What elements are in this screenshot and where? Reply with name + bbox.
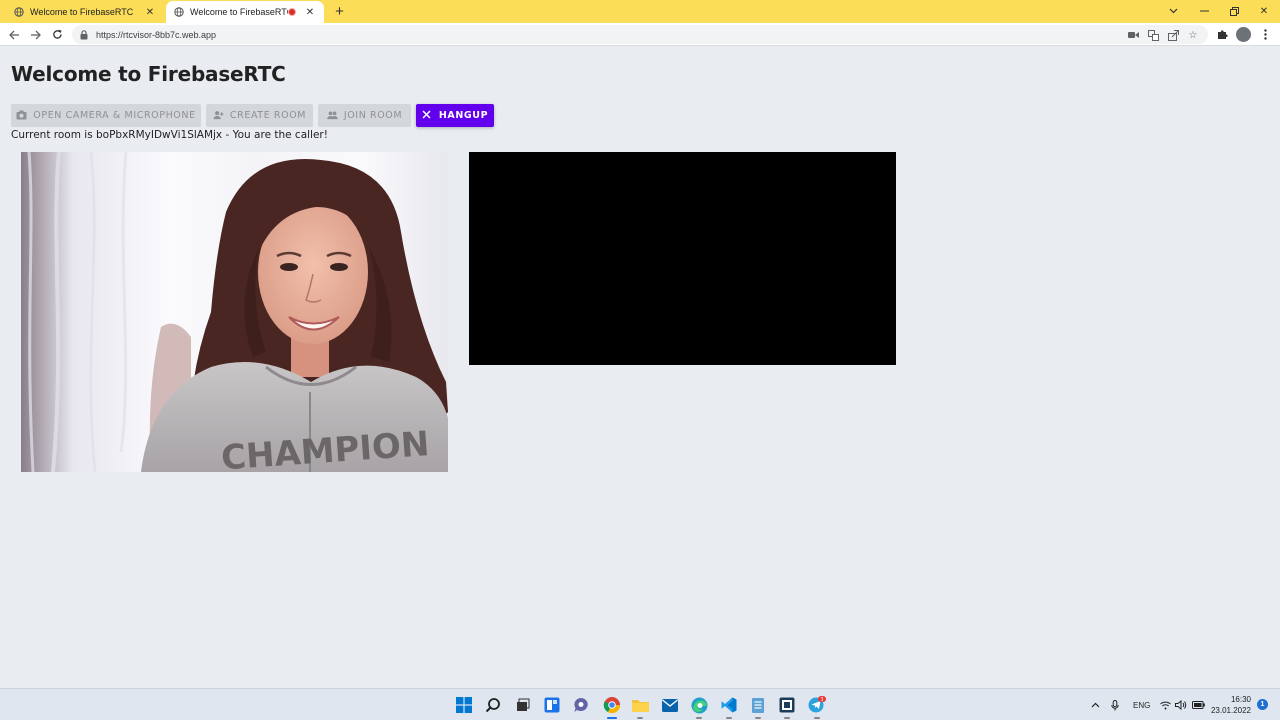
back-icon[interactable] — [6, 26, 23, 43]
bookmark-star-icon[interactable]: ☆ — [1186, 28, 1200, 42]
new-tab-button[interactable]: + — [331, 3, 348, 20]
restore-button[interactable] — [1220, 2, 1248, 20]
camera-icon — [16, 110, 27, 121]
language-indicator[interactable]: ENG — [1133, 689, 1150, 720]
close-tab-icon[interactable]: ✕ — [304, 6, 316, 18]
recording-indicator-icon — [288, 8, 296, 16]
telegram-icon[interactable]: 3 — [808, 696, 826, 719]
browser-tab-strip: Welcome to FirebaseRTC ✕ Welcome to Fire… — [0, 0, 1280, 23]
chat-icon[interactable] — [572, 696, 590, 714]
translate-icon[interactable] — [1146, 28, 1160, 42]
wifi-icon[interactable] — [1160, 689, 1171, 720]
notification-badge[interactable]: 1 — [1257, 699, 1268, 710]
forward-icon[interactable] — [27, 26, 44, 43]
join-room-button[interactable]: JOIN ROOM — [318, 104, 411, 127]
file-explorer-icon[interactable] — [631, 696, 649, 719]
taskbar-clock[interactable]: 16:30 23.01.2022 — [1211, 694, 1251, 716]
notepad-icon[interactable] — [749, 696, 767, 719]
remote-video — [469, 152, 896, 365]
taskbar: 3 ENG 16:30 23.01.2022 1 — [0, 688, 1280, 720]
browser-tab-active[interactable]: Welcome to FirebaseRTC ✕ — [166, 1, 324, 23]
profile-avatar[interactable] — [1235, 26, 1252, 43]
start-windows-icon[interactable] — [455, 696, 473, 714]
create-room-label: CREATE ROOM — [229, 110, 307, 121]
url-text[interactable]: https://rtcvisor-8bb7c.web.app — [96, 30, 216, 40]
open-camera-button[interactable]: OPEN CAMERA & MICROPHONE — [11, 104, 201, 127]
tray-chevron-up-icon[interactable] — [1091, 689, 1100, 720]
browser-menu-icon[interactable] — [1257, 26, 1274, 43]
hangup-button[interactable]: HANGUP — [416, 104, 494, 127]
mail-icon[interactable] — [661, 696, 679, 714]
close-tab-icon[interactable]: ✕ — [144, 6, 156, 18]
clock-date: 23.01.2022 — [1210, 706, 1251, 715]
create-room-button[interactable]: CREATE ROOM — [206, 104, 313, 127]
reload-icon[interactable] — [49, 26, 66, 43]
minimize-button[interactable] — [1190, 2, 1218, 20]
lock-icon[interactable] — [80, 29, 90, 40]
app-window-icon[interactable] — [778, 696, 796, 719]
globe-icon — [14, 7, 24, 17]
battery-icon[interactable] — [1192, 689, 1205, 720]
vscode-icon[interactable] — [720, 696, 738, 719]
browser-toolbar: https://rtcvisor-8bb7c.web.app ☆ — [0, 23, 1280, 46]
globe-icon — [174, 7, 184, 17]
task-view-icon[interactable] — [513, 696, 531, 714]
address-bar[interactable]: https://rtcvisor-8bb7c.web.app ☆ — [72, 25, 1208, 44]
tab-title: Welcome to FirebaseRTC — [30, 7, 134, 17]
tab-search-icon[interactable] — [1159, 2, 1187, 20]
hangup-label: HANGUP — [438, 110, 489, 121]
browser-tab[interactable]: Welcome to FirebaseRTC ✕ — [6, 1, 164, 23]
join-room-label: JOIN ROOM — [343, 110, 403, 121]
close-icon — [422, 110, 433, 121]
share-icon[interactable] — [1166, 28, 1180, 42]
local-video: CHAMPION — [21, 152, 448, 472]
telegram-badge: 3 — [820, 697, 823, 703]
clock-time: 16:30 — [1230, 695, 1251, 704]
close-window-button[interactable]: ✕ — [1250, 2, 1278, 20]
group-icon — [326, 110, 338, 121]
tab-title: Welcome to FirebaseRTC — [190, 7, 288, 17]
extensions-puzzle-icon[interactable] — [1214, 26, 1231, 43]
open-camera-label: OPEN CAMERA & MICROPHONE — [33, 110, 196, 121]
search-icon[interactable] — [484, 696, 502, 714]
widgets-icon[interactable] — [543, 696, 561, 714]
page-title: Welcome to FirebaseRTC — [11, 62, 286, 86]
current-room-status: Current room is boPbxRMyIDwVi1SlAMjx - Y… — [11, 129, 328, 141]
edge-icon[interactable] — [690, 696, 708, 719]
chrome-icon[interactable] — [603, 696, 621, 719]
camera-in-use-icon[interactable] — [1126, 28, 1140, 42]
volume-icon[interactable] — [1175, 689, 1187, 720]
add-group-icon — [213, 110, 224, 121]
microphone-icon[interactable] — [1111, 689, 1119, 720]
